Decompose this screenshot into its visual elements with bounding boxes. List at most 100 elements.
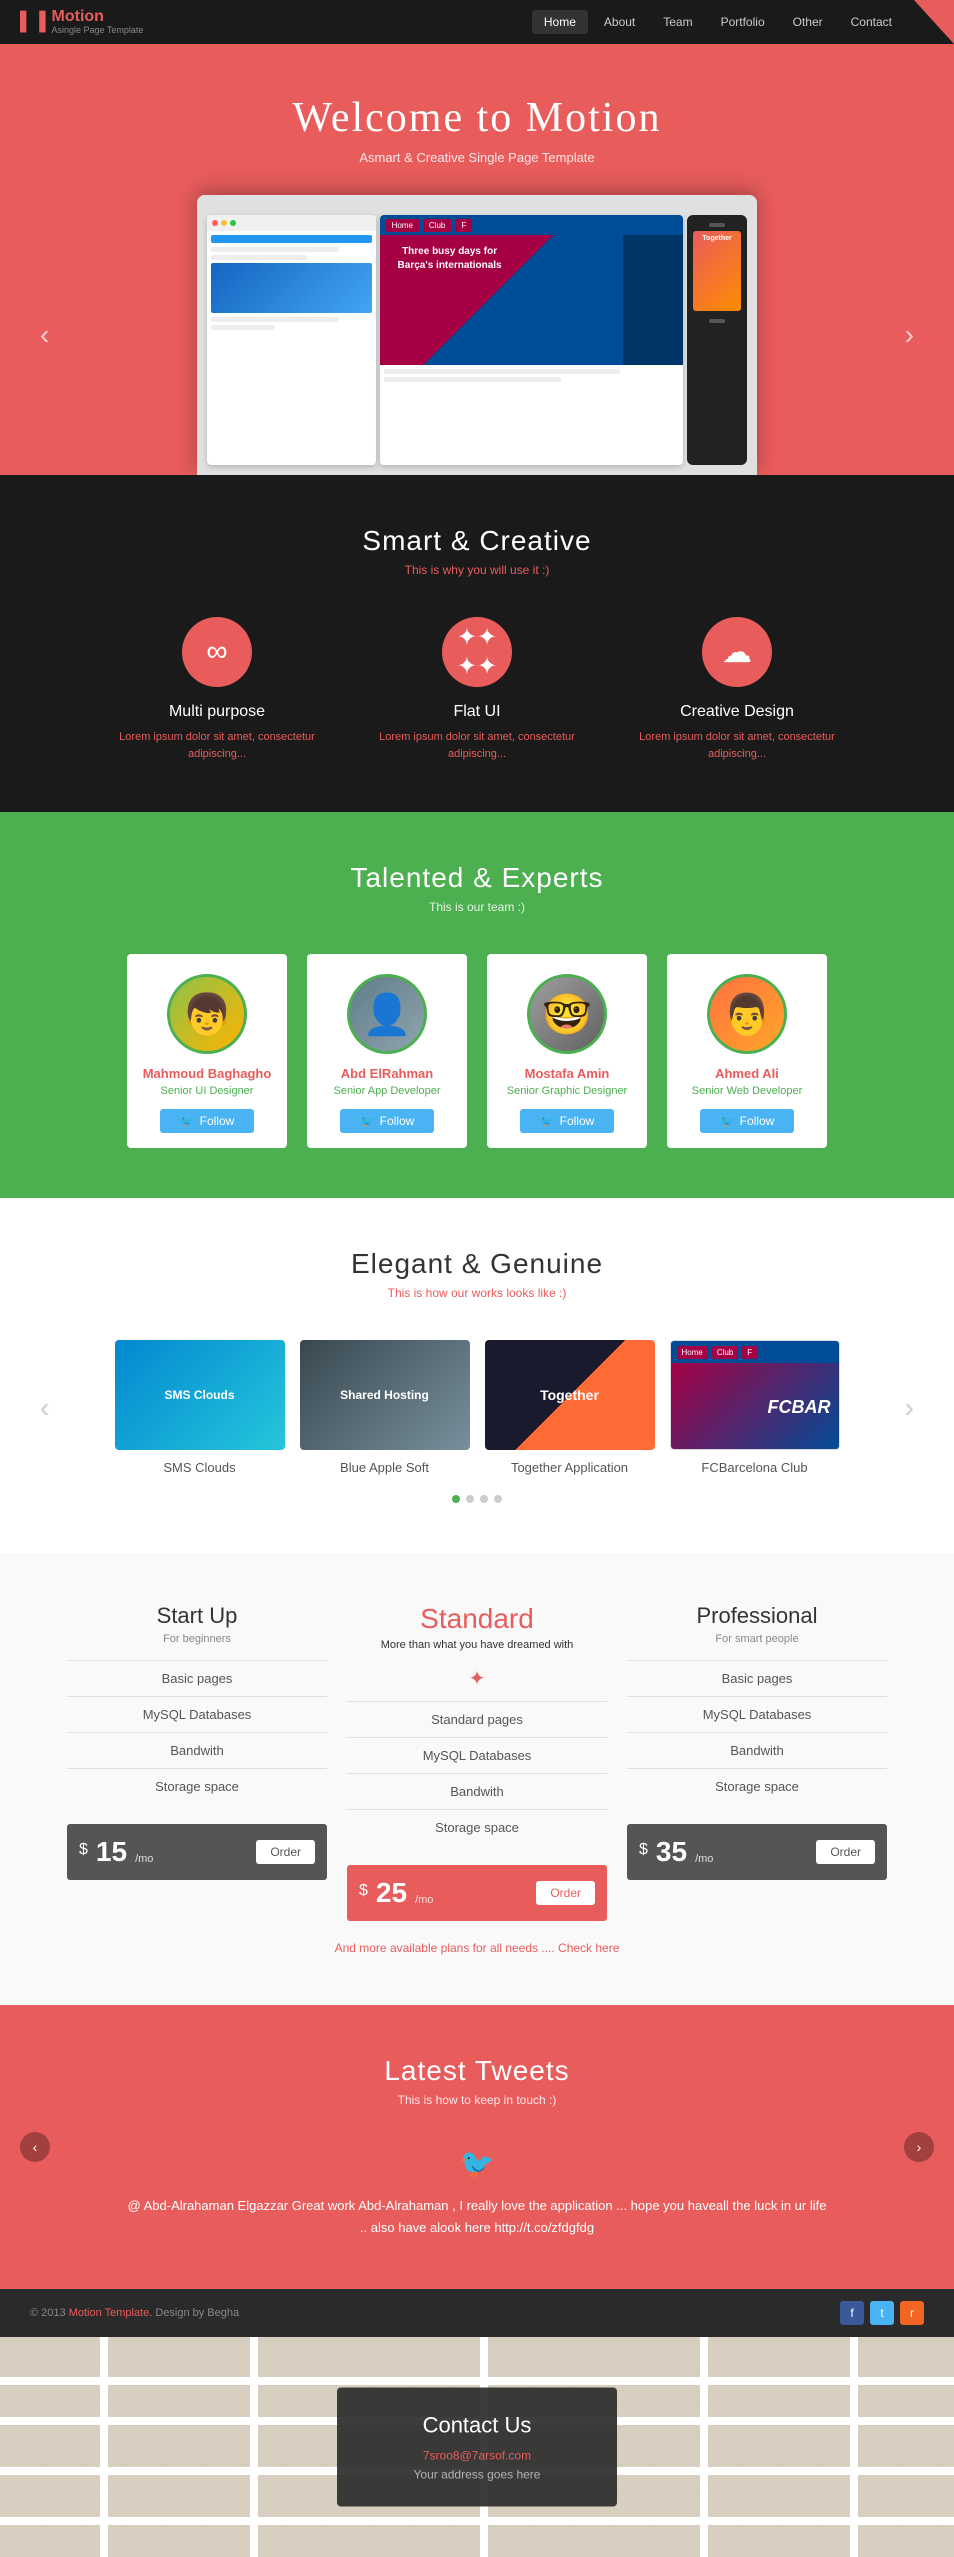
blue-apple-visual: Shared Hosting <box>300 1340 470 1450</box>
plan-name-1: Standard <box>347 1603 607 1635</box>
team-grid: 👦 Mahmoud Baghagho Senior UI Designer 🐦 … <box>20 954 934 1148</box>
follow-label: Follow <box>200 1114 235 1128</box>
feature-multi-purpose: ∞ Multi purpose Lorem ipsum dolor sit am… <box>117 617 317 762</box>
hero-prev-arrow[interactable]: ‹ <box>40 319 49 351</box>
content-line <box>384 369 620 374</box>
team-name-2: Mostafa Amin <box>497 1066 637 1081</box>
tweet-prev-arrow[interactable]: ‹ <box>20 2132 50 2162</box>
features-section: Smart & Creative This is why you will us… <box>0 475 954 812</box>
facebook-button[interactable]: f <box>840 2301 864 2325</box>
content-line <box>211 317 339 322</box>
dot-0[interactable] <box>452 1495 460 1503</box>
fcbar-titlebar: Home Club F <box>380 215 683 235</box>
plan-features-0: Basic pages MySQL Databases Bandwith Sto… <box>67 1660 327 1804</box>
plan-tagline-2: For smart people <box>627 1633 887 1645</box>
follow-button-2[interactable]: 🐦 Follow <box>520 1109 615 1133</box>
price-amount-1: 25 <box>376 1877 407 1909</box>
order-button-2[interactable]: Order <box>816 1840 875 1864</box>
dot-2[interactable] <box>480 1495 488 1503</box>
contact-title: Contact Us <box>397 2413 557 2439</box>
phone-speaker <box>709 223 725 227</box>
nav-corner-decoration <box>914 0 954 44</box>
feature-icon-cloud: ☁ <box>702 617 772 687</box>
brand-name: Motion <box>52 9 144 25</box>
twitter-button[interactable]: t <box>870 2301 894 2325</box>
twitter-icon: 🐦 <box>720 1114 735 1128</box>
price-dollar-1: $ <box>359 1882 368 1900</box>
avatar-emoji-1: 👤 <box>362 991 412 1038</box>
contact-email: 7sroo8@7arsof.com <box>397 2449 557 2463</box>
follow-button-1[interactable]: 🐦 Follow <box>340 1109 435 1133</box>
footer-brand-link[interactable]: Motion Template <box>69 2307 150 2319</box>
twitter-bird-icon: 🐦 <box>60 2147 894 2180</box>
portfolio-title: Elegant & Genuine <box>20 1248 934 1280</box>
plan-tagline-0: For beginners <box>67 1633 327 1645</box>
feature-item: Bandwith <box>67 1732 327 1768</box>
order-button-1[interactable]: Order <box>536 1881 595 1905</box>
team-subtitle: This is our team :) <box>20 900 934 914</box>
mockup-inner: Home Club F Three busy days for Barça's … <box>197 195 757 475</box>
dot-1[interactable] <box>466 1495 474 1503</box>
portfolio-grid: SMS Clouds SMS Clouds Shared Hosting Blu… <box>115 1340 840 1475</box>
twitter-icon: 🐦 <box>360 1114 375 1128</box>
portfolio-item-3: Home Club F FCBAR FCBarcelona Club <box>670 1340 840 1475</box>
hero-section: Welcome to Motion Asmart & Creative Sing… <box>0 44 954 475</box>
content-line <box>384 377 561 382</box>
pricing-startup: Start Up For beginners Basic pages MySQL… <box>67 1603 327 1880</box>
portfolio-prev-arrow[interactable]: ‹ <box>40 1392 49 1424</box>
feature-item: Storage space <box>67 1768 327 1804</box>
team-card-1: 👤 Abd ElRahman Senior App Developer 🐦 Fo… <box>307 954 467 1148</box>
dot-red <box>212 220 218 226</box>
feature-item: MySQL Databases <box>627 1696 887 1732</box>
portfolio-dots <box>20 1495 934 1503</box>
fcbar-tab: Club <box>712 1346 738 1359</box>
window-image <box>211 263 372 313</box>
brand: ▌▐ Motion Asingle Page Template <box>20 9 143 36</box>
portfolio-next-arrow[interactable]: › <box>905 1392 914 1424</box>
portfolio-item-1: Shared Hosting Blue Apple Soft <box>300 1340 470 1475</box>
tweet-next-arrow[interactable]: › <box>904 2132 934 2162</box>
together-text: Together <box>540 1387 599 1403</box>
features-title: Smart & Creative <box>20 525 934 557</box>
nav-item-about[interactable]: About <box>592 10 647 34</box>
rss-button[interactable]: r <box>900 2301 924 2325</box>
hero-next-arrow[interactable]: › <box>905 319 914 351</box>
fcbar-nav: Home Club F <box>671 1341 839 1363</box>
mockup-window-1 <box>207 215 376 465</box>
team-section: Talented & Experts This is our team :) 👦… <box>0 812 954 1198</box>
portfolio-label-1: Blue Apple Soft <box>300 1460 470 1475</box>
footer-social: f t r <box>840 2301 924 2325</box>
plan-name-2: Professional <box>627 1603 887 1629</box>
dot-3[interactable] <box>494 1495 502 1503</box>
contact-address: Your address goes here <box>397 2468 557 2482</box>
fcbar-content <box>380 365 683 389</box>
price-amount-2: 35 <box>656 1836 687 1868</box>
contact-box: Contact Us 7sroo8@7arsof.com Your addres… <box>337 2388 617 2507</box>
content-line <box>211 255 307 260</box>
follow-button-3[interactable]: 🐦 Follow <box>700 1109 795 1133</box>
nav-item-other[interactable]: Other <box>781 10 835 34</box>
portfolio-item-2: Together Together Application <box>485 1340 655 1475</box>
team-name-0: Mahmoud Baghagho <box>137 1066 277 1081</box>
fcbar-tab: Home <box>677 1346 708 1359</box>
tweets-section: ‹ Latest Tweets This is how to keep in t… <box>0 2005 954 2289</box>
team-name-3: Ahmed Ali <box>677 1066 817 1081</box>
team-avatar-1: 👤 <box>347 974 427 1054</box>
nav-item-home[interactable]: Home <box>532 10 588 34</box>
twitter-icon: 🐦 <box>180 1114 195 1128</box>
window-bar <box>211 235 372 243</box>
nav-item-portfolio[interactable]: Portfolio <box>709 10 777 34</box>
price-amount-0: 15 <box>96 1836 127 1868</box>
follow-button-0[interactable]: 🐦 Follow <box>160 1109 255 1133</box>
nav-item-contact[interactable]: Contact <box>839 10 904 34</box>
nav-menu: Home About Team Portfolio Other Contact <box>532 10 904 34</box>
content-line <box>211 247 339 252</box>
phone-home-button <box>709 319 725 323</box>
order-button-0[interactable]: Order <box>256 1840 315 1864</box>
features-subtitle: This is why you will use it :) <box>20 563 934 577</box>
nav-item-team[interactable]: Team <box>651 10 704 34</box>
hero-subtitle: Asmart & Creative Single Page Template <box>20 150 934 165</box>
content-line <box>211 325 275 330</box>
avatar-emoji-2: 🤓 <box>542 991 592 1038</box>
hero-slider: ‹ <box>20 195 934 475</box>
